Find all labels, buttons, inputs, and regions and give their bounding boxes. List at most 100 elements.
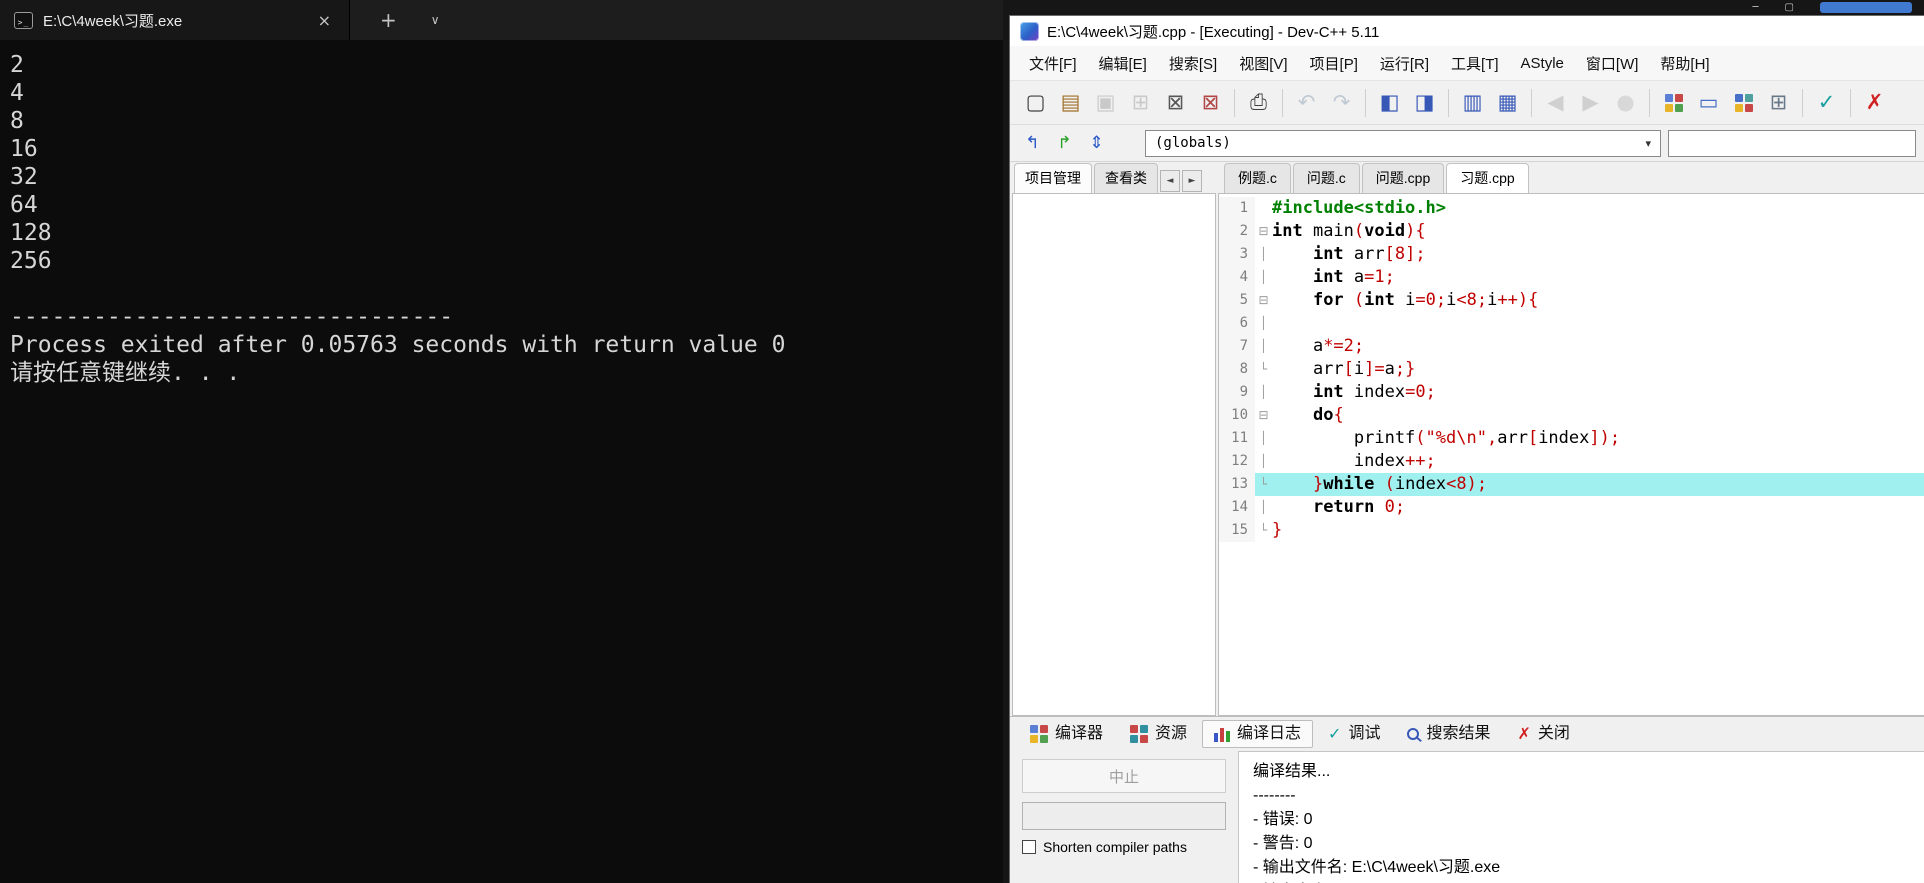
tab-scroll-right-button[interactable]: ► [1182, 170, 1202, 192]
code-line[interactable]: 10 ⊟ do{ [1219, 404, 1924, 427]
editor-tab[interactable]: 习题.cpp [1446, 163, 1529, 193]
menu-item[interactable]: 运行[R] [1369, 53, 1440, 74]
tab-close[interactable]: ✗ 关闭 [1505, 720, 1581, 748]
panel-tab[interactable]: 查看类 [1094, 163, 1158, 193]
save-button[interactable]: ▣ [1088, 85, 1123, 120]
member-selector[interactable] [1668, 129, 1916, 157]
project-panel-body[interactable] [1012, 193, 1216, 716]
menu-item[interactable]: 窗口[W] [1575, 53, 1650, 74]
new-tab-button[interactable]: + [372, 8, 405, 32]
devcpp-app-icon [1020, 21, 1039, 41]
abort-button[interactable]: 中止 [1022, 759, 1226, 793]
fold-line-icon: │ [1259, 454, 1268, 468]
tab-compile-log[interactable]: 编译日志 [1202, 720, 1314, 748]
compile-log[interactable]: 编译结果... -------- - 错误: 0 - 警告: 0 - 输出文件名: E:… [1238, 751, 1924, 883]
checkbox-icon[interactable] [1022, 840, 1036, 854]
editor-tab[interactable]: 例题.c [1224, 163, 1291, 193]
goto-definition-button[interactable]: ↱ [1051, 130, 1078, 157]
code-line[interactable]: 14 │ return 0; [1219, 496, 1924, 519]
abort-compile-icon: ● [1616, 90, 1635, 114]
terminal-tab[interactable]: >_ E:\C\4week\习题.exe × [0, 0, 350, 40]
background-app-badge[interactable] [1820, 2, 1912, 13]
close-all-icon: ⊠ [1201, 90, 1220, 114]
goto-declaration-button[interactable]: ↰ [1019, 130, 1046, 157]
line-number: 14 [1219, 496, 1255, 519]
bookmark-button[interactable]: ▥ [1455, 85, 1490, 120]
menu-item[interactable]: 搜索[S] [1158, 53, 1228, 74]
print-button[interactable]: ⎙ [1241, 85, 1276, 120]
line-number: 13 [1219, 473, 1255, 496]
tab-dropdown-button[interactable]: ∨ [423, 13, 448, 27]
fold-toggle-icon[interactable]: ⊟ [1255, 220, 1272, 243]
goto-line-button[interactable]: ▦ [1490, 85, 1525, 120]
tab-compiler[interactable]: 编译器 [1018, 719, 1115, 749]
code-line[interactable]: 3 │ int arr[8]; [1219, 243, 1924, 266]
line-number: 10 [1219, 404, 1255, 427]
undo-button[interactable]: ↶ [1289, 85, 1324, 120]
code-line[interactable]: 8 └ arr[i]=a;} [1219, 358, 1924, 381]
tab-debug[interactable]: ✓ 调试 [1316, 720, 1392, 748]
rebuild-button[interactable]: ⊞ [1761, 85, 1796, 120]
open-button[interactable]: ▤ [1053, 85, 1088, 120]
save-all-button[interactable]: ⊞ [1123, 85, 1158, 120]
compile-button[interactable] [1656, 85, 1691, 120]
code-line[interactable]: 6 │ [1219, 312, 1924, 335]
compile-run-button[interactable] [1726, 85, 1761, 120]
debug-button[interactable]: ✓ [1809, 85, 1844, 120]
find-button[interactable]: ◧ [1372, 85, 1407, 120]
code-line[interactable]: 11 │ printf("%d\n",arr[index]); [1219, 427, 1924, 450]
devcpp-window: E:\C\4week\习题.cpp - [Executing] - Dev-C+… [1009, 15, 1924, 883]
editor-tabs: 例题.c 问题.c 问题.cpp 习题.cpp [1218, 162, 1924, 193]
menu-item[interactable]: AStyle [1510, 55, 1575, 72]
menu-item[interactable]: 编辑[E] [1088, 53, 1158, 74]
fold-toggle-icon[interactable]: ⊟ [1255, 289, 1272, 312]
editor-tab[interactable]: 问题.cpp [1361, 163, 1445, 193]
globals-selector[interactable]: (globals) ▾ [1145, 129, 1661, 157]
toolbar-separator [1282, 88, 1283, 117]
code-line[interactable]: 12 │ index++; [1219, 450, 1924, 473]
code-editor[interactable]: 1 #include<stdio.h> 2 ⊟ int main(void){3 │ in… [1218, 193, 1924, 716]
menu-item[interactable]: 工具[T] [1440, 53, 1510, 74]
restore-icon[interactable]: ▢ [1785, 2, 1794, 13]
fold-line-icon: │ [1259, 316, 1268, 330]
panel-tab[interactable]: 项目管理 [1014, 163, 1092, 193]
menu-item[interactable]: 视图[V] [1228, 53, 1298, 74]
code-line[interactable]: 1 #include<stdio.h> [1219, 197, 1924, 220]
code-line[interactable]: 2 ⊟ int main(void){ [1219, 220, 1924, 243]
minimize-icon[interactable]: ─ [1753, 2, 1759, 13]
close-all-button[interactable]: ⊠ [1193, 85, 1228, 120]
terminal-tab-title: E:\C\4week\习题.exe [43, 12, 183, 30]
editor-tab[interactable]: 问题.c [1292, 163, 1360, 193]
tab-close-icon[interactable]: × [310, 9, 339, 32]
swap-header-source-button[interactable]: ⇕ [1083, 130, 1110, 157]
toolbar-separator [1365, 88, 1366, 117]
run-button[interactable]: ▭ [1691, 85, 1726, 120]
rebuild-icon: ⊞ [1769, 90, 1788, 114]
shorten-paths-option[interactable]: Shorten compiler paths [1022, 839, 1226, 855]
replace-button[interactable]: ◨ [1407, 85, 1442, 120]
menu-item[interactable]: 项目[P] [1299, 53, 1369, 74]
abort-compile-button[interactable]: ● [1608, 85, 1643, 120]
code-line[interactable]: 7 │ a*=2; [1219, 335, 1924, 358]
redo-button[interactable]: ↷ [1324, 85, 1359, 120]
screen: ─ ▢ >_ E:\C\4week\习题.exe × + ∨ 2 4 8 16 32 64… [0, 0, 1924, 883]
tab-scroll-left-button[interactable]: ◄ [1160, 170, 1180, 192]
terminal-output[interactable]: 2 4 8 16 32 64 128 256 ------------------------… [0, 40, 1003, 387]
code-line[interactable]: 13 └ }while (index<8); [1219, 473, 1924, 496]
forward-button[interactable]: ▶ [1573, 85, 1608, 120]
close-button[interactable]: ⊠ [1158, 85, 1193, 120]
bookmark-icon: ▥ [1462, 90, 1483, 114]
tab-resources[interactable]: 资源 [1118, 719, 1199, 749]
code-line[interactable]: 15 └} [1219, 519, 1924, 542]
fold-toggle-icon[interactable]: ⊟ [1255, 404, 1272, 427]
new-file-button[interactable]: ▢ [1018, 85, 1053, 120]
code-line[interactable]: 9 │ int index=0; [1219, 381, 1924, 404]
code-line[interactable]: 5 ⊟ for (int i=0;i<8;i++){ [1219, 289, 1924, 312]
menu-item[interactable]: 帮助[H] [1649, 53, 1720, 74]
back-button[interactable]: ◀ [1538, 85, 1573, 120]
stop-execution-button[interactable]: ✗ [1857, 85, 1892, 120]
menu-item[interactable]: 文件[F] [1018, 53, 1088, 74]
ide-titlebar[interactable]: E:\C\4week\习题.cpp - [Executing] - Dev-C+… [1010, 16, 1924, 46]
tab-search-results[interactable]: 搜索结果 [1395, 720, 1502, 748]
code-line[interactable]: 4 │ int a=1; [1219, 266, 1924, 289]
